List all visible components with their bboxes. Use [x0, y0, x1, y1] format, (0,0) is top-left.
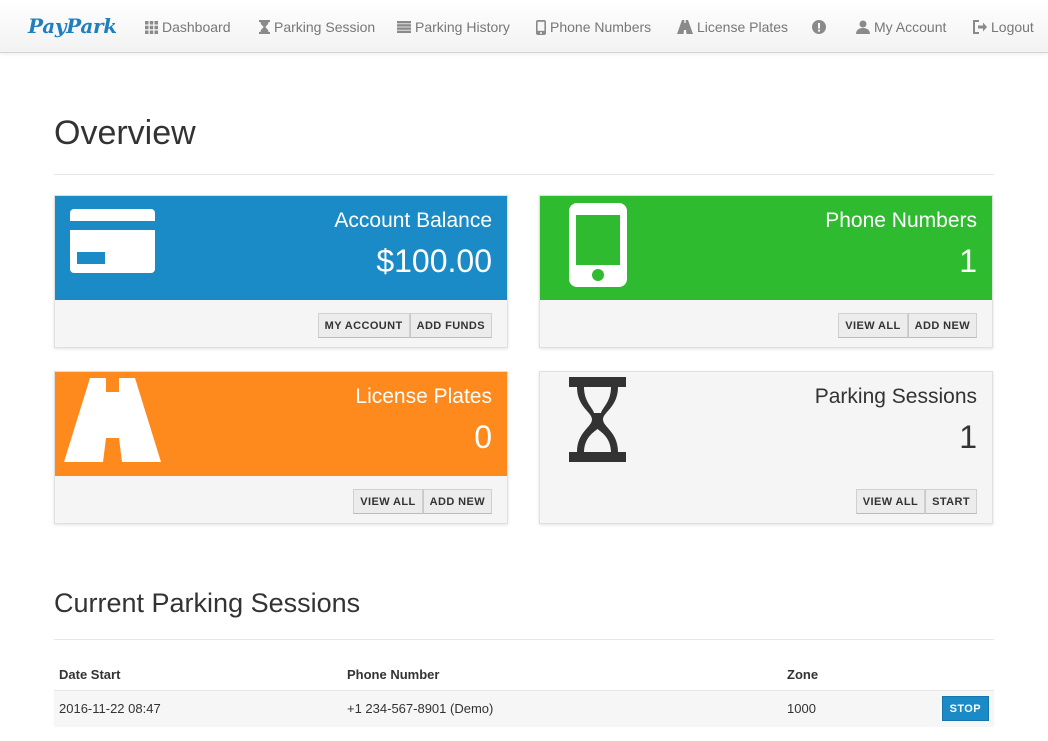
button-group: VIEW ALL START — [855, 489, 977, 514]
divider — [54, 639, 994, 640]
hourglass-icon — [259, 20, 270, 34]
card-value: 1 — [959, 243, 977, 279]
nav-my-account[interactable]: My Account — [856, 17, 946, 37]
card-header: Account Balance $100.00 — [55, 196, 507, 300]
card-title: Parking Sessions — [814, 385, 977, 408]
credit-card-icon — [70, 209, 155, 273]
start-session-button[interactable]: START — [925, 489, 977, 514]
table-row: 2016-11-22 08:47 +1 234-567-8901 (Demo) … — [54, 689, 994, 727]
nav-phone-numbers[interactable]: Phone Numbers — [536, 17, 651, 37]
logout-icon — [973, 20, 987, 34]
card-value: $100.00 — [376, 243, 492, 279]
divider — [54, 174, 994, 175]
add-funds-button[interactable]: ADD FUNDS — [409, 313, 492, 338]
nav-alerts[interactable] — [812, 17, 826, 37]
list-icon — [397, 21, 411, 33]
road-icon — [64, 378, 161, 462]
nav-dashboard[interactable]: Dashboard — [145, 17, 231, 37]
nav-parking-history-label: Parking History — [415, 19, 510, 35]
nav-parking-session[interactable]: Parking Session — [259, 17, 375, 37]
button-group: VIEW ALL ADD NEW — [838, 313, 977, 338]
card-title: License Plates — [355, 385, 492, 408]
my-account-button[interactable]: MY ACCOUNT — [317, 313, 410, 338]
road-icon — [677, 20, 693, 34]
column-header-action — [902, 660, 994, 690]
nav-license-plates-label: License Plates — [697, 19, 789, 35]
add-phone-button[interactable]: ADD NEW — [907, 313, 977, 338]
add-plate-button[interactable]: ADD NEW — [422, 489, 492, 514]
stop-button[interactable]: STOP — [941, 696, 989, 722]
page-title: Overview — [54, 114, 196, 152]
card-header: Parking Sessions 1 — [540, 372, 992, 476]
user-icon — [856, 20, 870, 34]
alert-icon — [812, 20, 826, 34]
cell-date-start: 2016-11-22 08:47 — [54, 689, 342, 727]
nav-phone-numbers-label: Phone Numbers — [550, 19, 652, 35]
nav-logout[interactable]: Logout — [972, 17, 1034, 37]
phone-numbers-card: Phone Numbers 1 VIEW ALL ADD NEW — [539, 195, 993, 348]
column-header-phone-number: Phone Number — [347, 667, 440, 683]
hourglass-icon — [569, 377, 626, 462]
card-value: 1 — [959, 419, 977, 455]
navbar: PayPark Dashboard Parking Session Parkin… — [0, 0, 1048, 53]
view-all-phones-button[interactable]: VIEW ALL — [838, 313, 908, 338]
card-value: 0 — [474, 419, 492, 455]
button-group: MY ACCOUNT ADD FUNDS — [317, 313, 492, 338]
view-all-sessions-button[interactable]: VIEW ALL — [855, 489, 926, 514]
table-header-row: Date Start Phone Number Zone — [54, 660, 994, 690]
sessions-table: Date Start Phone Number Zone 2016-11-22 … — [54, 660, 994, 727]
card-header: Phone Numbers 1 — [540, 196, 992, 300]
nav-license-plates[interactable]: License Plates — [677, 17, 788, 37]
nav-parking-session-label: Parking Session — [274, 19, 376, 35]
account-balance-card: Account Balance $100.00 MY ACCOUNT ADD F… — [54, 195, 508, 348]
cell-phone-number: +1 234-567-8901 (Demo) — [342, 689, 782, 727]
grid-icon — [145, 20, 158, 34]
nav-dashboard-label: Dashboard — [162, 19, 231, 35]
button-group: VIEW ALL ADD NEW — [353, 489, 492, 514]
cell-action: STOP — [902, 689, 994, 727]
section-title: Current Parking Sessions — [54, 588, 361, 618]
column-header-date-start: Date Start — [59, 667, 121, 683]
parking-sessions-card: Parking Sessions 1 VIEW ALL START — [539, 371, 993, 524]
brand-logo[interactable]: PayPark — [28, 14, 117, 38]
card-title: Phone Numbers — [825, 209, 977, 232]
phone-icon — [569, 203, 627, 287]
phone-icon — [536, 19, 546, 35]
view-all-plates-button[interactable]: VIEW ALL — [353, 489, 423, 514]
cell-zone: 1000 — [782, 689, 902, 727]
card-title: Account Balance — [334, 209, 492, 232]
nav-logout-label: Logout — [991, 19, 1034, 35]
column-header-zone: Zone — [787, 667, 819, 683]
nav-parking-history[interactable]: Parking History — [397, 17, 510, 37]
card-header: License Plates 0 — [55, 372, 507, 476]
nav-my-account-label: My Account — [874, 19, 947, 35]
license-plates-card: License Plates 0 VIEW ALL ADD NEW — [54, 371, 508, 524]
